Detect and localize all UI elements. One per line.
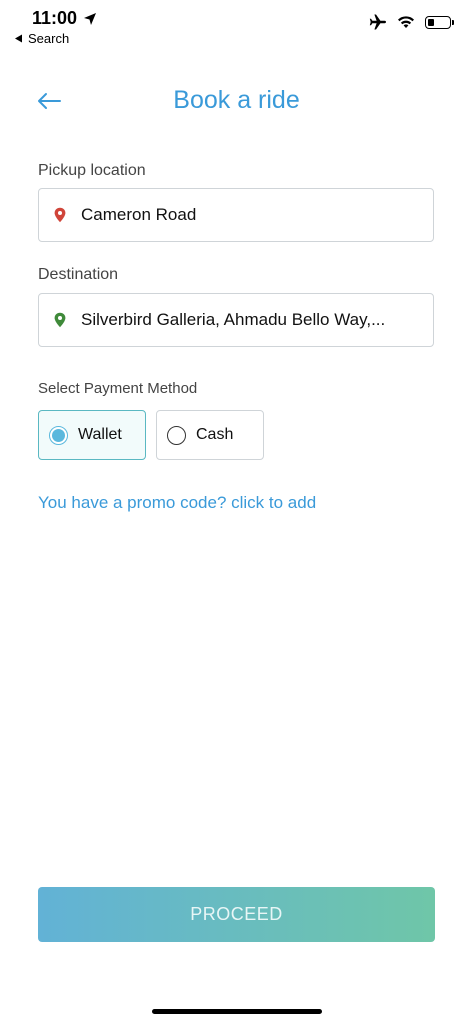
payment-option-wallet[interactable]: Wallet [38,410,146,460]
book-ride-screen: 11:00 Search Book a ride Pickup location… [0,0,473,1024]
home-indicator [152,1009,322,1014]
wifi-icon [398,16,414,28]
battery-icon [425,15,454,29]
destination-pin-icon [54,312,66,328]
payment-option-cash[interactable]: Cash [156,410,264,460]
cash-label: Cash [196,426,234,443]
pickup-label: Pickup location [38,162,146,179]
promo-code-link[interactable]: You have a promo code? click to add [38,493,316,513]
back-triangle-icon [15,34,22,43]
page-title: Book a ride [173,86,300,114]
header: Book a ride [0,80,473,124]
pickup-value: Cameron Road [81,205,197,224]
pickup-field[interactable]: Cameron Road [38,188,434,242]
destination-label: Destination [38,266,119,283]
back-app-label: Search [28,31,70,46]
location-arrow-icon [84,12,97,25]
wallet-label: Wallet [78,426,122,443]
cash-radio[interactable] [167,425,186,445]
battery-tip [452,19,454,25]
status-time-text: 11:00 [32,8,78,28]
proceed-button[interactable]: PROCEED [38,887,435,942]
status-bar: 11:00 Search [0,0,473,50]
destination-field[interactable]: Silverbird Galleria, Ahmadu Bello Way,..… [38,293,434,347]
battery-fill [428,18,434,26]
wallet-radio[interactable] [49,425,68,445]
payment-method-label: Select Payment Method [38,380,198,397]
status-time: 11:00 [32,8,97,29]
destination-value: Silverbird Galleria, Ahmadu Bello Way,..… [81,310,386,329]
pickup-pin-icon [54,207,66,223]
back-to-app-link[interactable]: Search [14,31,69,46]
airplane-icon [369,14,386,30]
status-icons [359,14,454,30]
